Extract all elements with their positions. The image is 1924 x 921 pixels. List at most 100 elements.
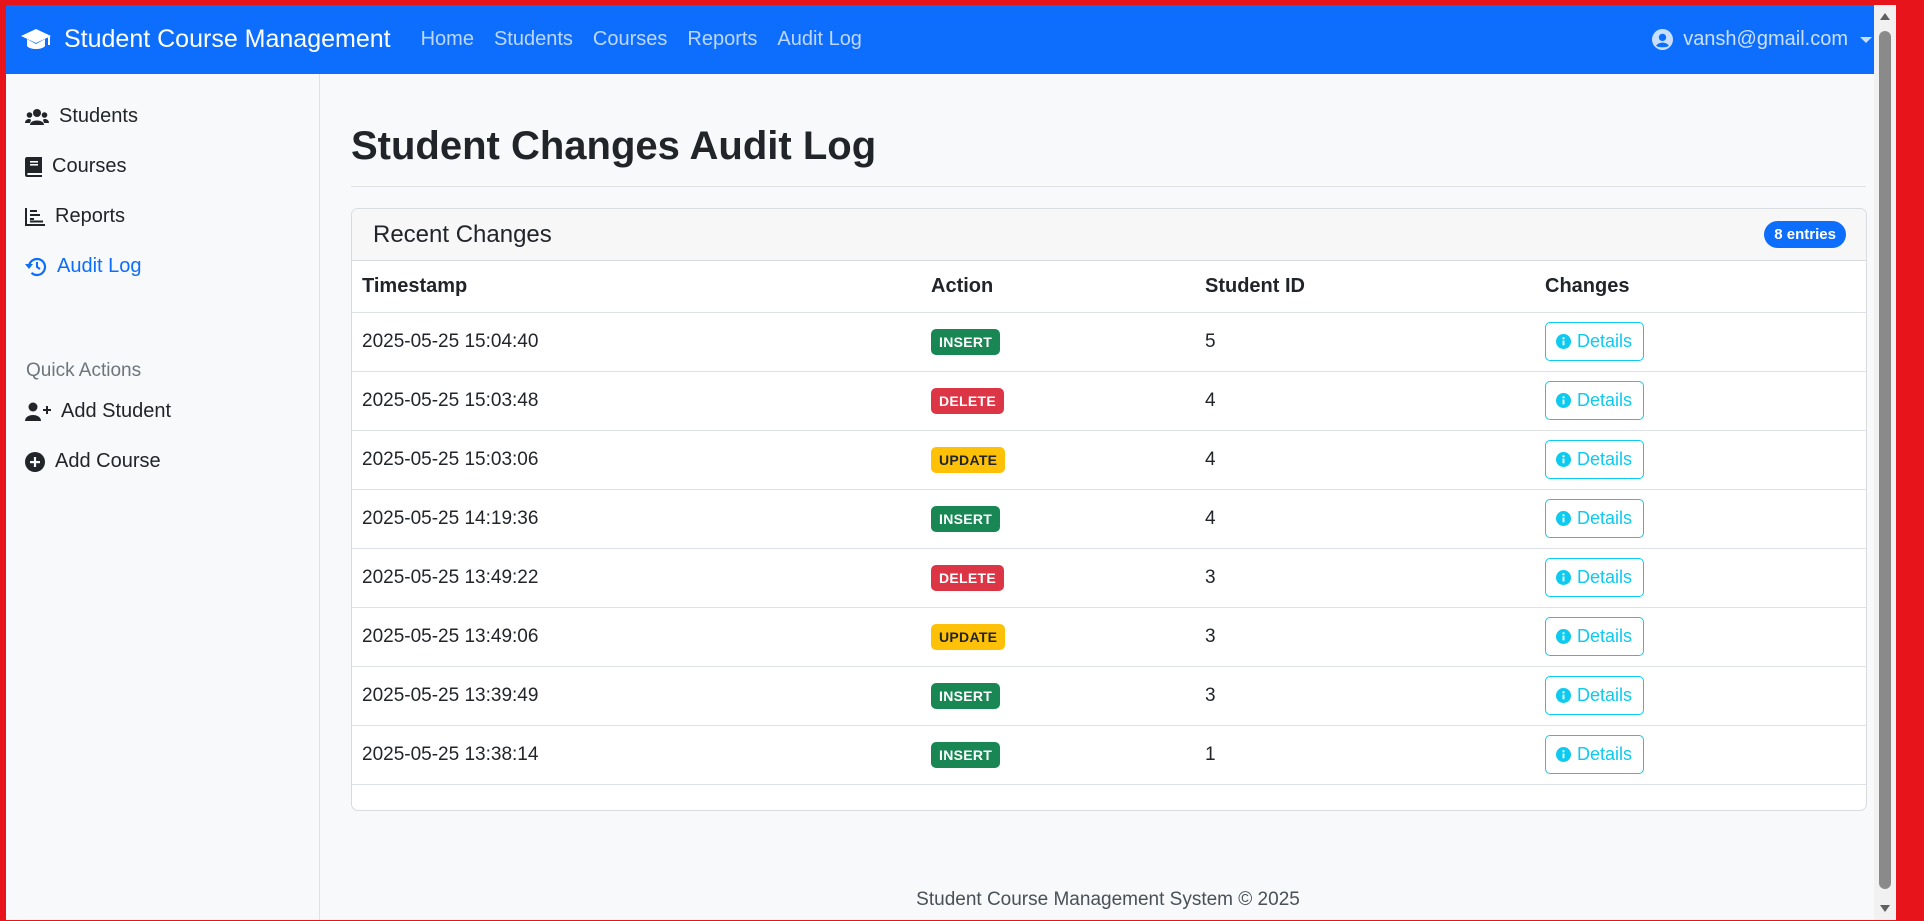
timestamp-cell: 2025-05-25 13:49:22 bbox=[352, 548, 921, 608]
chart-icon bbox=[25, 207, 45, 226]
sidebar-item-audit-log[interactable]: Audit Log bbox=[25, 255, 142, 278]
table-row: 2025-05-25 13:39:49 INSERT 3 Details bbox=[352, 666, 1866, 726]
brand[interactable]: Student Course Management bbox=[20, 25, 391, 54]
quick-action-label: Add Course bbox=[55, 450, 161, 472]
table-row: 2025-05-25 15:04:40 INSERT 5 Details bbox=[352, 312, 1866, 372]
timestamp-cell: 2025-05-25 13:39:49 bbox=[352, 666, 921, 726]
action-badge: INSERT bbox=[931, 328, 1001, 355]
sidebar: Students Courses Reports Audit Log Quick… bbox=[6, 74, 320, 920]
details-label: Details bbox=[1577, 626, 1633, 646]
timestamp-cell: 2025-05-25 15:03:06 bbox=[352, 430, 921, 490]
details-button[interactable]: Details bbox=[1545, 558, 1645, 597]
divider bbox=[351, 186, 1866, 187]
info-circle-icon bbox=[1556, 747, 1571, 762]
column-header-changes: Changes bbox=[1535, 261, 1866, 313]
column-header-student-id: Student ID bbox=[1195, 261, 1535, 313]
action-badge: UPDATE bbox=[931, 623, 1006, 650]
scrollbar-thumb[interactable] bbox=[1879, 31, 1891, 889]
sidebar-item-reports[interactable]: Reports bbox=[25, 205, 125, 228]
details-button[interactable]: Details bbox=[1545, 735, 1645, 774]
quick-action-label: Add Student bbox=[61, 400, 172, 422]
graduation-cap-icon bbox=[21, 28, 51, 49]
card-title: Recent Changes bbox=[373, 220, 552, 248]
student-id-cell: 3 bbox=[1195, 548, 1535, 608]
details-label: Details bbox=[1577, 685, 1633, 705]
scroll-down-arrow-icon[interactable] bbox=[1880, 905, 1890, 912]
brand-title: Student Course Management bbox=[64, 25, 391, 53]
sidebar-item-label: Audit Log bbox=[57, 255, 142, 277]
action-cell: DELETE bbox=[921, 371, 1195, 431]
user-plus-icon bbox=[25, 402, 51, 421]
details-button[interactable]: Details bbox=[1545, 617, 1645, 656]
info-circle-icon bbox=[1556, 629, 1571, 644]
details-label: Details bbox=[1577, 449, 1633, 469]
student-id-cell: 5 bbox=[1195, 312, 1535, 372]
sidebar-item-label: Courses bbox=[52, 155, 127, 177]
details-label: Details bbox=[1577, 567, 1633, 587]
sidebar-item-label: Students bbox=[59, 105, 138, 127]
action-badge: INSERT bbox=[931, 682, 1001, 709]
details-button[interactable]: Details bbox=[1545, 381, 1645, 420]
entries-count-badge: 8 entries bbox=[1764, 221, 1846, 248]
timestamp-cell: 2025-05-25 13:49:06 bbox=[352, 607, 921, 667]
sidebar-item-courses[interactable]: Courses bbox=[25, 155, 126, 178]
student-id-cell: 1 bbox=[1195, 725, 1535, 785]
changes-cell: Details bbox=[1535, 430, 1866, 490]
info-circle-icon bbox=[1556, 688, 1571, 703]
users-icon bbox=[25, 108, 49, 125]
nav-students[interactable]: Students bbox=[494, 28, 573, 51]
action-badge: INSERT bbox=[931, 741, 1001, 768]
table-row: 2025-05-25 13:49:22 DELETE 3 Details bbox=[352, 548, 1866, 608]
details-button[interactable]: Details bbox=[1545, 676, 1645, 715]
browser-viewport: Student Course Management Home Students … bbox=[6, 5, 1896, 920]
card-header: Recent Changes 8 entries bbox=[352, 209, 1866, 261]
nav-courses[interactable]: Courses bbox=[593, 28, 667, 51]
nav-audit-log[interactable]: Audit Log bbox=[777, 28, 862, 51]
details-label: Details bbox=[1577, 508, 1633, 528]
user-circle-icon bbox=[1652, 29, 1674, 50]
user-menu[interactable]: vansh@gmail.com bbox=[1652, 5, 1872, 74]
nav-reports[interactable]: Reports bbox=[687, 28, 757, 51]
info-circle-icon bbox=[1556, 452, 1571, 467]
student-id-cell: 3 bbox=[1195, 607, 1535, 667]
action-cell: INSERT bbox=[921, 312, 1195, 372]
main-content: Student Changes Audit Log Recent Changes… bbox=[320, 74, 1896, 920]
student-id-cell: 4 bbox=[1195, 430, 1535, 490]
action-badge: INSERT bbox=[931, 505, 1001, 532]
quick-action-add-course[interactable]: Add Course bbox=[25, 450, 161, 473]
details-button[interactable]: Details bbox=[1545, 322, 1645, 361]
action-cell: INSERT bbox=[921, 666, 1195, 726]
page-title: Student Changes Audit Log bbox=[351, 124, 877, 168]
vertical-scrollbar[interactable] bbox=[1874, 5, 1896, 920]
table-row: 2025-05-25 13:38:14 INSERT 1 Details bbox=[352, 725, 1866, 785]
table-body: 2025-05-25 15:04:40 INSERT 5 Details 2025-05… bbox=[352, 312, 1866, 785]
audit-log-table: Timestamp Action Student ID Changes 2025… bbox=[352, 261, 1866, 785]
student-id-cell: 3 bbox=[1195, 666, 1535, 726]
changes-cell: Details bbox=[1535, 548, 1866, 608]
scroll-up-arrow-icon[interactable] bbox=[1880, 13, 1890, 20]
history-icon bbox=[25, 257, 47, 276]
changes-cell: Details bbox=[1535, 666, 1866, 726]
table-row: 2025-05-25 15:03:06 UPDATE 4 Details bbox=[352, 430, 1866, 490]
footer-text: Student Course Management System © 2025 bbox=[916, 889, 1300, 910]
info-circle-icon bbox=[1556, 570, 1571, 585]
changes-cell: Details bbox=[1535, 607, 1866, 667]
details-button[interactable]: Details bbox=[1545, 440, 1645, 479]
quick-action-add-student[interactable]: Add Student bbox=[25, 400, 171, 423]
info-circle-icon bbox=[1556, 334, 1571, 349]
chevron-down-icon bbox=[1860, 36, 1872, 43]
changes-cell: Details bbox=[1535, 312, 1866, 372]
timestamp-cell: 2025-05-25 14:19:36 bbox=[352, 489, 921, 549]
action-badge: DELETE bbox=[931, 387, 1005, 414]
top-navbar: Student Course Management Home Students … bbox=[6, 5, 1896, 74]
timestamp-cell: 2025-05-25 13:38:14 bbox=[352, 725, 921, 785]
nav-home[interactable]: Home bbox=[421, 28, 474, 51]
sidebar-item-students[interactable]: Students bbox=[25, 105, 138, 128]
info-circle-icon bbox=[1556, 393, 1571, 408]
nav-links: Home Students Courses Reports Audit Log bbox=[421, 28, 882, 51]
user-email: vansh@gmail.com bbox=[1683, 28, 1848, 50]
changes-cell: Details bbox=[1535, 489, 1866, 549]
details-button[interactable]: Details bbox=[1545, 499, 1645, 538]
action-badge: UPDATE bbox=[931, 446, 1006, 473]
changes-cell: Details bbox=[1535, 371, 1866, 431]
